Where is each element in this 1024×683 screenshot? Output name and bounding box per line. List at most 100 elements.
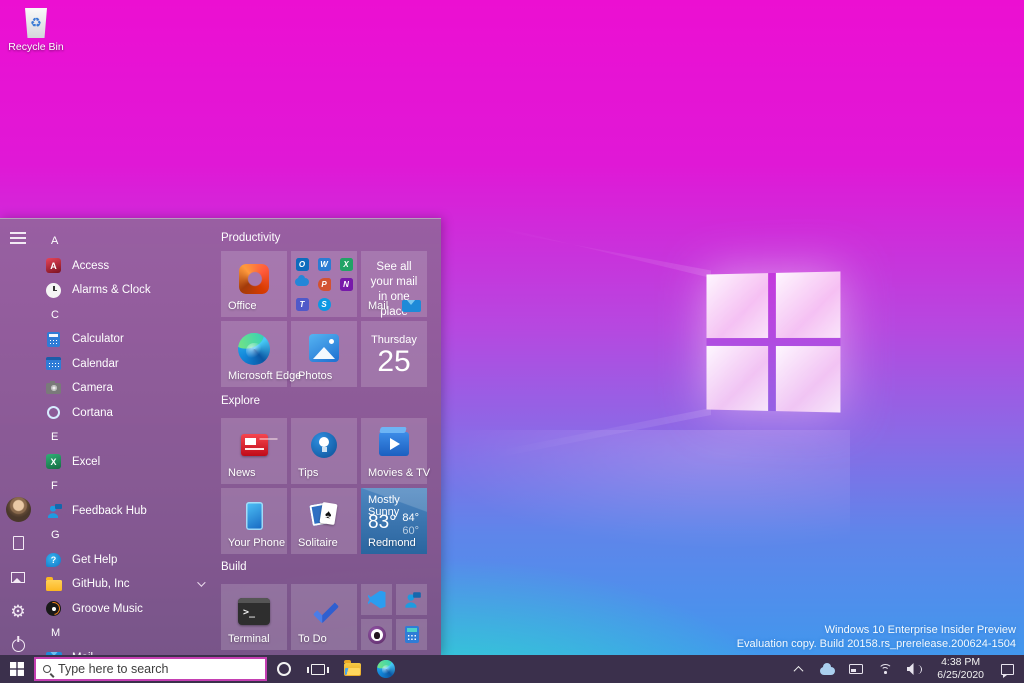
app-label: Camera xyxy=(72,382,113,395)
app-list-letter-g[interactable]: G xyxy=(36,523,215,548)
tile-to-do[interactable]: To Do xyxy=(291,584,357,650)
app-item-mail[interactable]: Mail xyxy=(36,646,215,655)
letter-label: G xyxy=(51,529,60,542)
app-item-groove-music[interactable]: Groove Music xyxy=(36,597,215,622)
tile-weather[interactable]: Mostly Sunny 83° 84° 60° Redmond xyxy=(361,488,427,554)
app-item-feedback-hub[interactable]: Feedback Hub xyxy=(36,499,215,524)
calculator-icon xyxy=(404,626,419,643)
tile-tips[interactable]: Tips xyxy=(291,418,357,484)
app-item-access[interactable]: A Access xyxy=(36,254,215,279)
gear-icon: ⚙ xyxy=(10,601,26,621)
cortana-button[interactable] xyxy=(267,655,301,683)
mail-envelope-icon xyxy=(402,300,421,312)
letter-label: E xyxy=(51,431,59,444)
app-list-letter-c[interactable]: C xyxy=(36,303,215,328)
volume-button[interactable] xyxy=(906,660,923,678)
expand-menu-button[interactable] xyxy=(4,224,32,252)
start-menu: ⚙ A A Access Alarms & Clock C Calculator … xyxy=(0,218,441,655)
tile-news[interactable]: News xyxy=(221,418,287,484)
windows-logo-wallpaper xyxy=(706,271,841,413)
display-tray-button[interactable] xyxy=(848,660,864,678)
tile-solitaire[interactable]: Solitaire xyxy=(291,488,357,554)
tips-bulb-icon xyxy=(311,432,337,458)
cortana-circle-icon xyxy=(277,662,291,676)
teams-icon: T xyxy=(295,297,309,311)
task-view-button[interactable] xyxy=(301,655,335,683)
folder-icon xyxy=(45,576,62,593)
edge-taskbar-button[interactable] xyxy=(369,655,403,683)
floor-glow xyxy=(430,430,850,550)
tile-group-title-explore[interactable]: Explore xyxy=(221,395,260,407)
search-icon xyxy=(43,665,51,673)
tile-label: Photos xyxy=(298,370,333,382)
pictures-icon xyxy=(11,571,25,583)
action-center-button[interactable] xyxy=(999,660,1015,678)
app-item-camera[interactable]: Camera xyxy=(36,376,215,401)
onedrive-tray-button[interactable] xyxy=(819,660,835,678)
letter-label: M xyxy=(51,627,61,640)
app-item-get-help[interactable]: ? Get Help xyxy=(36,548,215,573)
tile-group-title-build[interactable]: Build xyxy=(221,561,247,573)
office-suite-icons: OWXPN TS xyxy=(295,257,353,311)
documents-button[interactable] xyxy=(4,529,32,557)
app-item-calendar[interactable]: Calendar xyxy=(36,352,215,377)
tile-office[interactable]: Office xyxy=(221,251,287,317)
user-account-button[interactable] xyxy=(4,495,32,523)
tile-your-phone[interactable]: Your Phone xyxy=(221,488,287,554)
app-list-letter-e[interactable]: E xyxy=(36,425,215,450)
chevron-up-icon xyxy=(793,665,804,676)
app-list-letter-m[interactable]: M xyxy=(36,621,215,646)
clock-date: 6/25/2020 xyxy=(937,669,984,681)
chevron-down-icon[interactable] xyxy=(197,578,206,588)
weather-city: Redmond xyxy=(368,537,416,549)
tile-label: Mail xyxy=(368,300,389,312)
recycle-bin-label: Recycle Bin xyxy=(8,41,64,53)
tile-calculator[interactable] xyxy=(396,619,427,650)
clock-time: 4:38 PM xyxy=(941,655,981,668)
clock[interactable]: 4:38 PM 6/25/2020 xyxy=(935,656,986,682)
settings-button[interactable]: ⚙ xyxy=(4,597,32,625)
terminal-icon xyxy=(238,597,270,625)
solitaire-cards-icon xyxy=(308,502,340,529)
document-icon xyxy=(12,536,24,550)
network-button[interactable] xyxy=(877,660,893,678)
tile-visual-studio-code[interactable] xyxy=(361,584,392,615)
app-list: A A Access Alarms & Clock C Calculator Ca… xyxy=(36,229,215,655)
file-explorer-button[interactable] xyxy=(335,655,369,683)
feedback-hub-icon xyxy=(403,591,421,609)
task-view-icon xyxy=(307,663,329,675)
app-item-excel[interactable]: X Excel xyxy=(36,450,215,475)
tile-feedback-hub[interactable] xyxy=(396,584,427,615)
app-item-calculator[interactable]: Calculator xyxy=(36,327,215,352)
app-list-letter-a[interactable]: A xyxy=(36,229,215,254)
tile-calendar[interactable]: Thursday 25 xyxy=(361,321,427,387)
word-icon: W xyxy=(317,257,331,271)
taskbar-search-box[interactable] xyxy=(34,657,267,681)
vscode-icon xyxy=(367,590,386,609)
tile-mail[interactable]: See all your mail in one place Mail xyxy=(361,251,427,318)
tile-group-title-productivity[interactable]: Productivity xyxy=(221,232,280,244)
search-input[interactable] xyxy=(58,662,258,676)
camera-icon xyxy=(45,380,62,397)
show-hidden-icons-button[interactable] xyxy=(790,660,806,678)
speaker-icon xyxy=(907,663,923,675)
tile-microsoft-edge[interactable]: Microsoft Edge xyxy=(221,321,301,387)
app-item-alarms-clock[interactable]: Alarms & Clock xyxy=(36,278,215,303)
pictures-button[interactable] xyxy=(4,563,32,591)
onedrive-cloud-icon xyxy=(819,662,835,675)
recycle-bin-shortcut[interactable]: Recycle Bin xyxy=(6,8,66,53)
weather-temperature: 83° xyxy=(368,512,397,533)
start-button[interactable] xyxy=(0,655,34,683)
tile-office-apps[interactable]: OWXPN TS xyxy=(291,251,357,317)
tile-photos[interactable]: Photos xyxy=(291,321,357,387)
app-item-github-folder[interactable]: GitHub, Inc xyxy=(36,572,215,597)
app-label: GitHub, Inc xyxy=(72,578,130,591)
tile-terminal[interactable]: Terminal xyxy=(221,584,287,650)
power-icon xyxy=(11,638,25,652)
app-list-letter-f[interactable]: F xyxy=(36,474,215,499)
outlook-icon: O xyxy=(295,257,309,271)
power-button[interactable] xyxy=(4,631,32,655)
app-item-cortana[interactable]: Cortana xyxy=(36,401,215,426)
tile-movies-tv[interactable]: Movies & TV xyxy=(361,418,430,484)
tile-github[interactable] xyxy=(361,619,392,650)
